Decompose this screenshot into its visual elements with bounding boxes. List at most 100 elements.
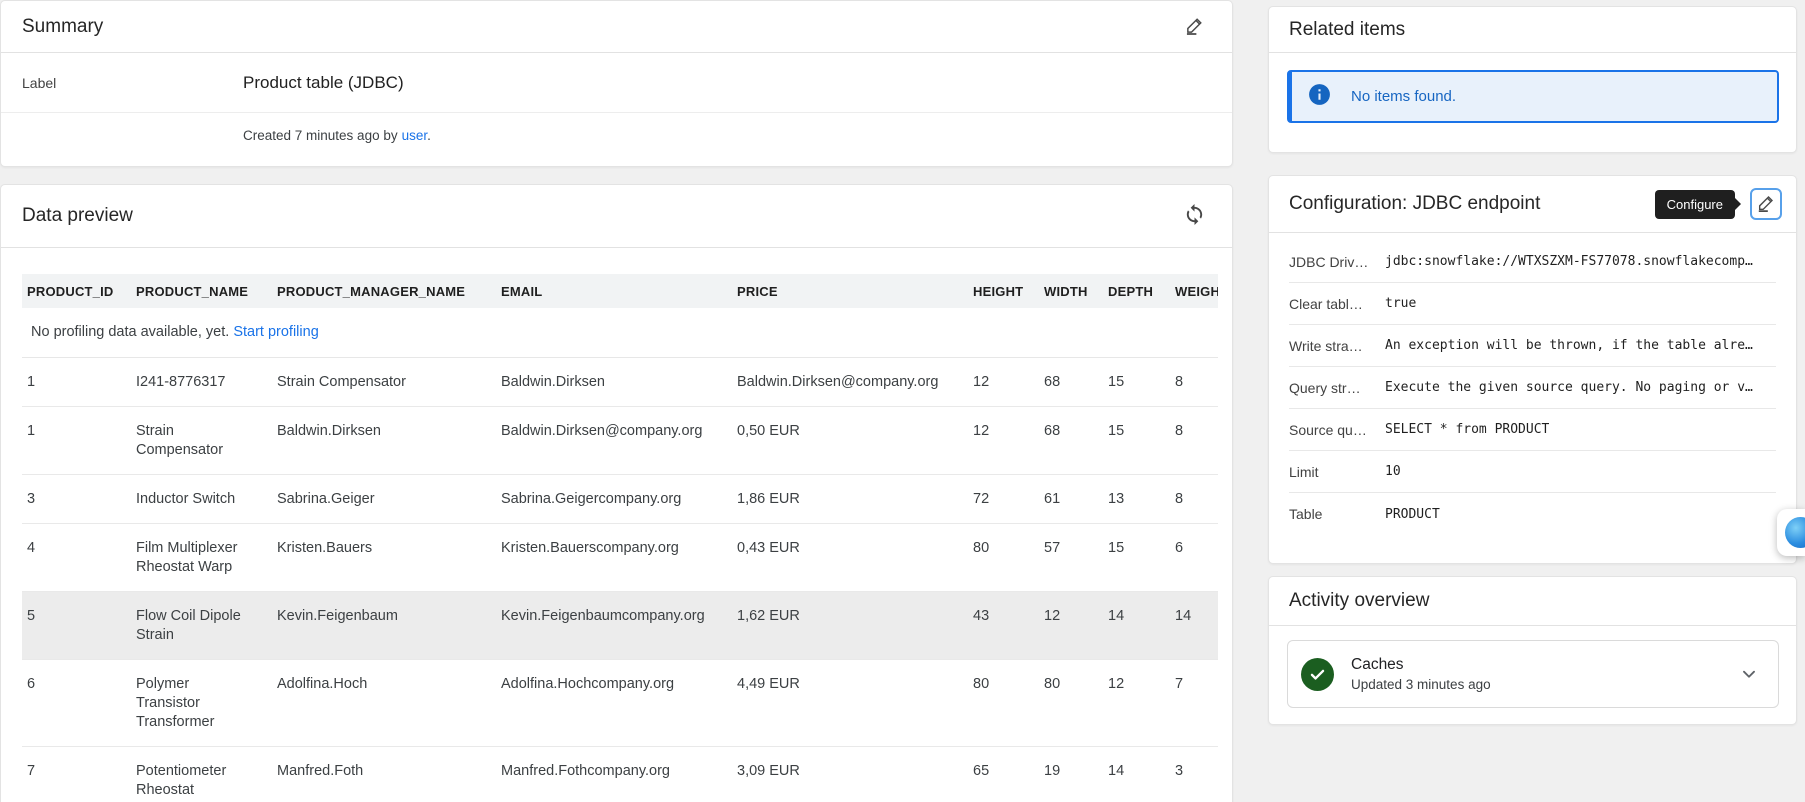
- data-preview-title: Data preview: [22, 205, 133, 227]
- table-cell: 15: [1103, 407, 1170, 475]
- table-cell: 1,86 EUR: [732, 475, 968, 524]
- column-header: WIDTH: [1039, 274, 1103, 308]
- config-value: An exception will be thrown, if the tabl…: [1385, 338, 1753, 353]
- table-cell: 13: [1103, 475, 1170, 524]
- table-cell: Kevin.Feigenbaum: [272, 592, 496, 660]
- created-user-link[interactable]: user: [402, 128, 428, 143]
- summary-field-key: Label: [22, 75, 243, 91]
- start-profiling-link[interactable]: Start profiling: [233, 324, 318, 340]
- refresh-icon: [1183, 203, 1206, 229]
- config-value: SELECT * from PRODUCT: [1385, 422, 1549, 437]
- profiling-notice-row: No profiling data available, yet. Start …: [22, 308, 1218, 358]
- preview-table-container: PRODUCT_ID PRODUCT_NAME PRODUCT_MANAGER_…: [22, 274, 1218, 802]
- config-row: Clear tabl… true: [1289, 283, 1776, 325]
- table-cell: 43: [968, 592, 1039, 660]
- table-cell: Baldwin.Dirksen: [496, 358, 732, 407]
- table-row[interactable]: 1 Strain Compensator Baldwin.Dirksen Bal…: [22, 407, 1218, 475]
- configure-edit-button[interactable]: [1754, 190, 1779, 218]
- accordion-item-subtitle: Updated 3 minutes ago: [1351, 677, 1491, 692]
- config-row: Table PRODUCT: [1289, 493, 1776, 535]
- table-cell: 3,09 EUR: [732, 747, 968, 802]
- table-row[interactable]: 6 Polymer Transistor Transformer Adolfin…: [22, 660, 1218, 747]
- pencil-icon: [1756, 192, 1777, 216]
- table-cell: 4,49 EUR: [732, 660, 968, 747]
- config-key: Source qu…: [1289, 422, 1385, 438]
- table-cell: 68: [1039, 407, 1103, 475]
- config-key: JDBC Driv…: [1289, 254, 1385, 270]
- config-row: JDBC Driv… jdbc:snowflake://WTXSZXM-FS77…: [1289, 241, 1776, 283]
- table-header-row: PRODUCT_ID PRODUCT_NAME PRODUCT_MANAGER_…: [22, 274, 1218, 308]
- summary-header: Summary: [1, 1, 1232, 53]
- table-cell: 80: [968, 524, 1039, 592]
- table-cell: 80: [968, 660, 1039, 747]
- config-key: Query str…: [1289, 380, 1385, 396]
- table-cell: 80: [1039, 660, 1103, 747]
- table-cell: Baldwin.Dirksen: [272, 407, 496, 475]
- spacer: [1, 248, 1232, 274]
- table-cell: 7: [1170, 660, 1218, 747]
- table-cell: Manfred.Foth: [272, 747, 496, 802]
- config-value: PRODUCT: [1385, 507, 1440, 522]
- profiling-notice-text: No profiling data available, yet.: [31, 324, 229, 340]
- configure-tooltip: Configure: [1655, 190, 1735, 219]
- table-cell: Adolfina.Hochcompany.org: [496, 660, 732, 747]
- table-cell: 19: [1039, 747, 1103, 802]
- table-row[interactable]: 1 I241-8776317 Strain Compensator Baldwi…: [22, 358, 1218, 407]
- column-header: PRICE: [732, 274, 968, 308]
- related-items-card: Related items No items found.: [1268, 6, 1797, 153]
- table-cell: 61: [1039, 475, 1103, 524]
- activity-overview-header: Activity overview: [1269, 577, 1796, 626]
- table-cell: Manfred.Fothcompany.org: [496, 747, 732, 802]
- table-cell: 5: [22, 592, 131, 660]
- data-preview-card: Data preview PRODUCT_ID PRODUCT_NAME PRO…: [0, 184, 1233, 802]
- table-cell: 14: [1103, 747, 1170, 802]
- table-cell: Baldwin.Dirksen@company.org: [496, 407, 732, 475]
- table-cell: 72: [968, 475, 1039, 524]
- table-cell: 3: [22, 475, 131, 524]
- table-row-highlighted[interactable]: 5 Flow Coil Dipole Strain Kevin.Feigenba…: [22, 592, 1218, 660]
- table-cell: 4: [22, 524, 131, 592]
- created-text: Created 7 minutes ago by: [243, 128, 398, 143]
- info-icon: [1307, 82, 1332, 112]
- table-cell: 1,62 EUR: [732, 592, 968, 660]
- pencil-icon: [1184, 14, 1206, 39]
- table-cell: Kristen.Bauers: [272, 524, 496, 592]
- table-row[interactable]: 4 Film Multiplexer Rheostat Warp Kristen…: [22, 524, 1218, 592]
- table-cell: 6: [22, 660, 131, 747]
- chevron-down-icon[interactable]: [1738, 663, 1760, 685]
- table-cell: 14: [1170, 592, 1218, 660]
- refresh-button[interactable]: [1181, 201, 1208, 231]
- table-row[interactable]: 7 Potentiometer Rheostat Manfred.Foth Ma…: [22, 747, 1218, 802]
- summary-label-row: Label Product table (JDBC): [1, 53, 1232, 113]
- chat-widget-button[interactable]: [1777, 509, 1805, 556]
- configuration-list: JDBC Driv… jdbc:snowflake://WTXSZXM-FS77…: [1269, 233, 1796, 535]
- summary-created-row: Created 7 minutes ago byuser.: [1, 113, 1232, 143]
- caches-accordion-item[interactable]: Caches Updated 3 minutes ago: [1287, 640, 1779, 708]
- table-cell: 0,43 EUR: [732, 524, 968, 592]
- chat-sphere-icon: [1785, 517, 1805, 548]
- configuration-card: Configuration: JDBC endpoint Configure J…: [1268, 175, 1797, 564]
- table-cell: I241-8776317: [131, 358, 272, 407]
- table-cell: Kristen.Bauerscompany.org: [496, 524, 732, 592]
- table-cell: 8: [1170, 358, 1218, 407]
- check-circle-icon: [1301, 658, 1334, 691]
- column-header: HEIGHT: [968, 274, 1039, 308]
- table-cell: 0,50 EUR: [732, 407, 968, 475]
- table-cell: 68: [1039, 358, 1103, 407]
- table-cell: 3: [1170, 747, 1218, 802]
- related-items-header: Related items: [1269, 7, 1796, 53]
- summary-edit-button[interactable]: [1182, 12, 1208, 41]
- table-cell: Inductor Switch: [131, 475, 272, 524]
- table-cell: 15: [1103, 524, 1170, 592]
- table-cell: 14: [1103, 592, 1170, 660]
- column-header: PRODUCT_NAME: [131, 274, 272, 308]
- table-cell: 15: [1103, 358, 1170, 407]
- table-cell: 1: [22, 358, 131, 407]
- table-row[interactable]: 3 Inductor Switch Sabrina.Geiger Sabrina…: [22, 475, 1218, 524]
- table-cell: 57: [1039, 524, 1103, 592]
- related-items-title: Related items: [1289, 19, 1405, 41]
- activity-overview-title: Activity overview: [1289, 590, 1429, 612]
- data-preview-header: Data preview: [1, 185, 1232, 248]
- column-header: WEIGHT: [1170, 274, 1218, 308]
- accordion-item-title: Caches: [1351, 656, 1491, 674]
